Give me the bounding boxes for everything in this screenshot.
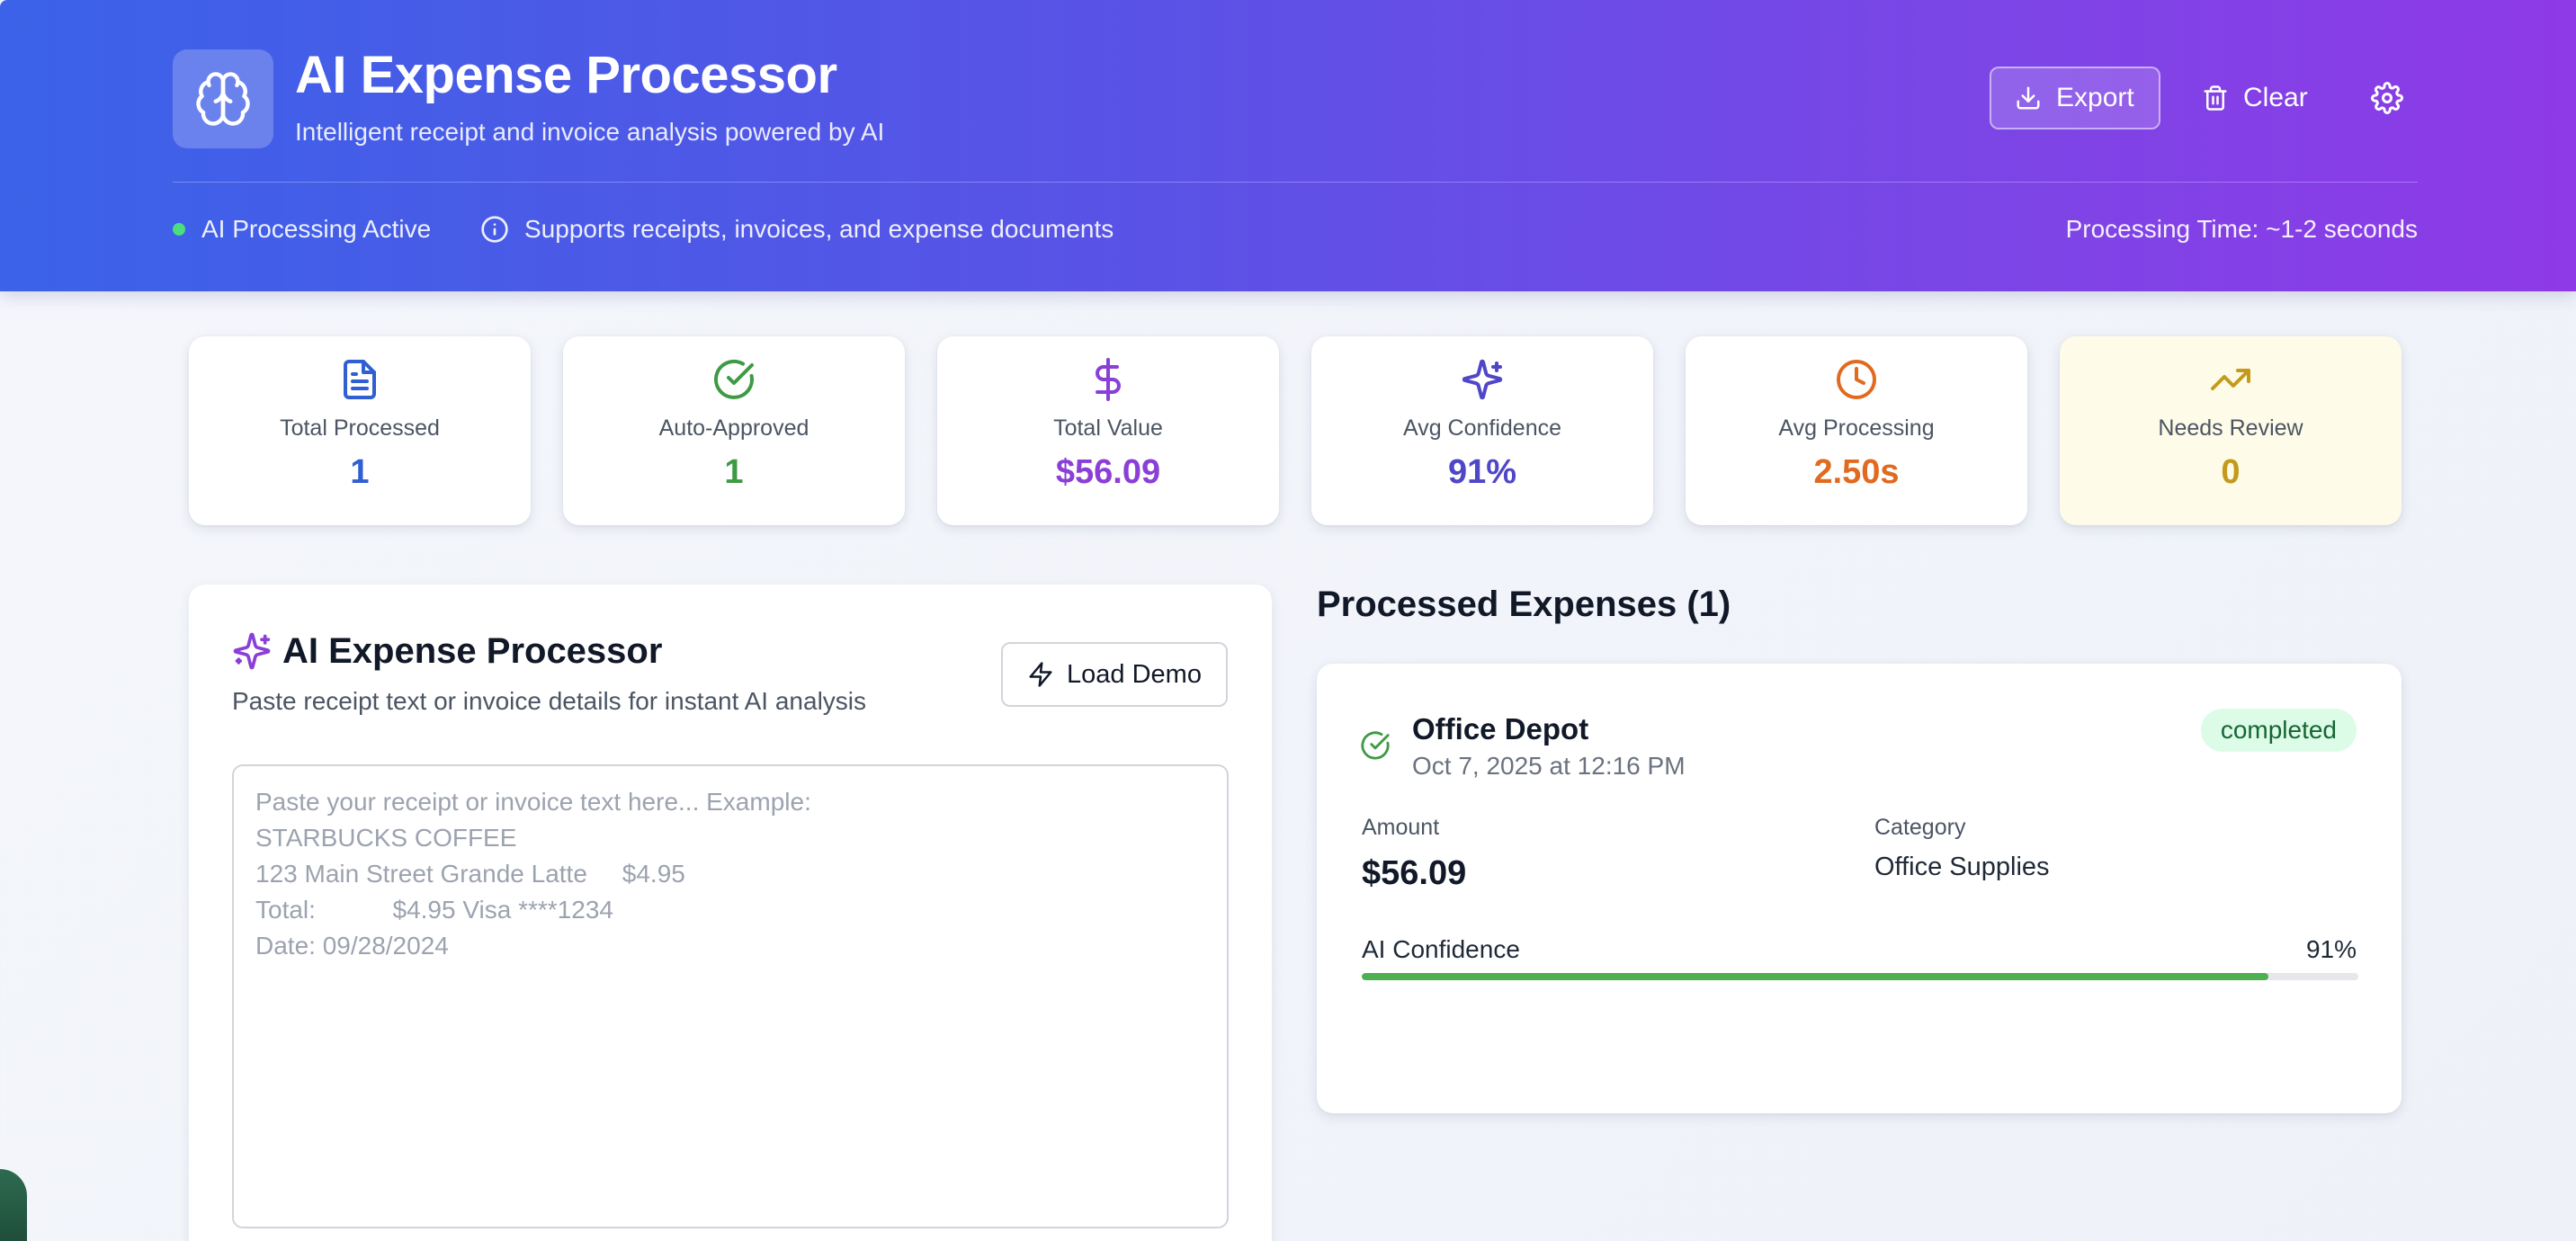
- stat-card-needs-review: Needs Review 0: [2060, 336, 2402, 525]
- export-button[interactable]: Export: [1990, 67, 2160, 129]
- stat-label: Avg Confidence: [1402, 415, 1562, 441]
- confidence-label: AI Confidence: [1362, 935, 1520, 963]
- document-icon: [344, 360, 376, 399]
- download-icon: [2017, 86, 2040, 110]
- expense-date: Oct 7, 2025 at 12:16 PM: [1412, 752, 1686, 780]
- stat-value: $56.09: [1055, 453, 1161, 491]
- stat-card-auto-approved: Auto-Approved 1: [563, 336, 905, 525]
- stat-label: Total Value: [1053, 415, 1163, 441]
- stat-card-avg-processing: Avg Processing 2.50s: [1686, 336, 2027, 525]
- expense-category: Office Supplies: [1874, 853, 2050, 881]
- processor-subtitle: Paste receipt text or invoice details fo…: [232, 687, 867, 715]
- stat-card-total-value: Total Value $56.09: [937, 336, 1279, 525]
- trending-up-icon: [2211, 369, 2250, 390]
- clock-icon: [1837, 360, 1876, 399]
- confidence-value: 91%: [2305, 935, 2357, 963]
- app-subtitle: Intelligent receipt and invoice analysis…: [295, 118, 885, 146]
- expense-vendor: Office Depot: [1412, 712, 1589, 745]
- status-badge: completed: [2200, 709, 2357, 752]
- stat-label: Needs Review: [2158, 415, 2303, 441]
- status-text: AI Processing Active: [201, 215, 432, 243]
- app-header: AI Expense Processor Intelligent receipt…: [0, 0, 2576, 291]
- clear-button[interactable]: Clear: [2202, 67, 2322, 129]
- info-icon: [481, 216, 508, 243]
- expense-card[interactable]: Office Depot Oct 7, 2025 at 12:16 PM com…: [1317, 664, 2402, 1113]
- gear-icon: [2371, 82, 2403, 114]
- stat-card-total-processed: Total Processed 1: [189, 336, 531, 525]
- confidence-bar: [1362, 973, 2358, 980]
- dollar-icon: [1096, 358, 1121, 401]
- check-circle-icon: [1361, 731, 1390, 760]
- window-edge: [0, 1169, 27, 1241]
- stat-label: Auto-Approved: [658, 415, 809, 441]
- trash-icon: [2204, 85, 2227, 111]
- stat-label: Total Processed: [280, 415, 440, 441]
- stat-value: 0: [2221, 453, 2241, 491]
- stat-card-avg-confidence: Avg Confidence 91%: [1311, 336, 1653, 525]
- check-circle-icon: [714, 359, 754, 399]
- receipt-text-input[interactable]: Paste your receipt or invoice text here.…: [232, 764, 1229, 1228]
- sparkles-icon: [233, 632, 271, 670]
- brain-logo-icon: [173, 49, 273, 148]
- processor-title: AI Expense Processor: [282, 631, 663, 671]
- stat-value: 1: [724, 453, 744, 491]
- stat-value: 1: [350, 453, 370, 491]
- clear-label: Clear: [2243, 83, 2308, 112]
- export-label: Export: [2056, 83, 2134, 112]
- stat-value: 2.50s: [1813, 453, 1900, 491]
- expense-amount: $56.09: [1362, 854, 1467, 892]
- processor-panel: AI Expense Processor Paste receipt text …: [189, 585, 1272, 1241]
- processing-time-text: Processing Time: ~1-2 seconds: [2065, 215, 2418, 243]
- stat-label: Avg Processing: [1778, 415, 1935, 441]
- load-demo-button[interactable]: Load Demo: [1001, 642, 1228, 707]
- supported-docs-text: Supports receipts, invoices, and expense…: [524, 215, 1114, 243]
- lightning-icon: [1029, 662, 1052, 687]
- stat-value: 91%: [1447, 453, 1517, 491]
- category-label: Category: [1874, 815, 1966, 840]
- header-divider: [173, 182, 2418, 183]
- status-dot-icon: [173, 223, 185, 236]
- sparkles-icon: [1462, 359, 1503, 400]
- processed-expenses-heading: Processed Expenses (1): [1317, 585, 1731, 624]
- app-title: AI Expense Processor: [295, 46, 837, 104]
- amount-label: Amount: [1362, 815, 1440, 840]
- confidence-bar-fill: [1362, 973, 2269, 980]
- settings-button[interactable]: [2366, 67, 2409, 129]
- load-demo-label: Load Demo: [1067, 659, 1202, 689]
